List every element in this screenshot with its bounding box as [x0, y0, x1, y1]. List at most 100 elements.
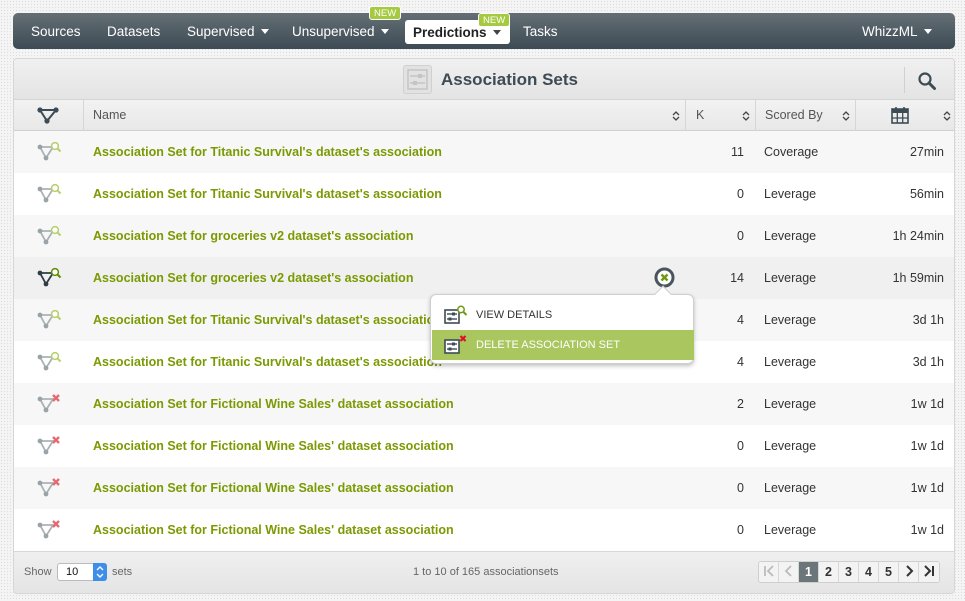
association-set-name-link[interactable]: Association Set for Fictional Wine Sales…	[93, 425, 454, 467]
view-details-icon	[444, 305, 468, 324]
nav-unsupervised-label: Unsupervised	[292, 24, 375, 39]
age-value: 3d 1h	[912, 355, 944, 369]
new-badge: NEW	[369, 6, 402, 20]
page-3-button[interactable]: 3	[839, 562, 859, 582]
table-row[interactable]: Association Set for Titanic Survival's d…	[14, 173, 954, 215]
scored-by-value: Coverage	[764, 145, 819, 159]
nav-sources-label: Sources	[31, 24, 81, 39]
association-set-name-link[interactable]: Association Set for Fictional Wine Sales…	[93, 383, 454, 425]
nav-sources[interactable]: Sources	[31, 13, 81, 49]
association-set-name-link[interactable]: Association Set for Titanic Survival's d…	[93, 299, 442, 341]
nav-whizzml-label: WhizzML	[862, 24, 918, 39]
association-set-name-link[interactable]: Association Set for Fictional Wine Sales…	[93, 509, 454, 551]
k-value: 0	[737, 481, 744, 495]
age-value: 1w 1d	[910, 523, 944, 537]
k-value: 0	[737, 229, 744, 243]
age-value: 1h 24min	[892, 229, 944, 243]
nav-predictions-label: Predictions	[413, 25, 487, 40]
nav-supervised[interactable]: Supervised	[187, 13, 269, 49]
page-1-button[interactable]: 1	[799, 562, 819, 582]
table-header: Name K Scored By	[14, 100, 954, 131]
column-header-type[interactable]	[14, 100, 84, 131]
k-value: 4	[737, 355, 744, 369]
scored-by-value: Leverage	[764, 271, 817, 285]
show-label: Show	[24, 566, 52, 578]
scored-by-value: Leverage	[764, 481, 817, 495]
table-footer: Show 10 sets 1 to 10 of 165 associations…	[14, 551, 954, 593]
age-value: 1w 1d	[910, 397, 944, 411]
association-set-name-link[interactable]: Association Set for Titanic Survival's d…	[93, 131, 442, 173]
table-row[interactable]: Association Set for groceries v2 dataset…	[14, 215, 954, 257]
chevron-down-icon	[492, 30, 501, 35]
table-row[interactable]: Association Set for Titanic Survival's d…	[14, 131, 954, 173]
table-row[interactable]: Association Set for Fictional Wine Sales…	[14, 425, 954, 467]
last-page-button[interactable]	[919, 562, 939, 582]
menu-item-view-details[interactable]: VIEW DETAILS	[432, 300, 694, 330]
nav-datasets[interactable]: Datasets	[107, 13, 160, 49]
nav-tasks[interactable]: Tasks	[523, 13, 558, 49]
k-value: 0	[737, 523, 744, 537]
column-header-scored-by[interactable]: Scored By	[756, 100, 856, 131]
table-row[interactable]: Association Set for Fictional Wine Sales…	[14, 509, 954, 551]
association-set-name-link[interactable]: Association Set for groceries v2 dataset…	[93, 257, 413, 299]
table-row[interactable]: Association Set for Fictional Wine Sales…	[14, 383, 954, 425]
first-page-icon	[763, 565, 774, 577]
column-header-name[interactable]: Name	[84, 100, 686, 131]
next-page-button[interactable]	[899, 562, 919, 582]
nav-whizzml[interactable]: WhizzML	[862, 13, 932, 49]
age-value: 3d 1h	[912, 313, 944, 327]
first-page-button[interactable]	[759, 562, 779, 582]
association-set-name-link[interactable]: Association Set for groceries v2 dataset…	[93, 215, 413, 257]
page-size-value: 10	[66, 566, 79, 578]
scored-by-value: Leverage	[764, 523, 817, 537]
delete-icon	[444, 335, 467, 354]
sort-icon	[742, 111, 750, 121]
chevron-left-icon	[784, 565, 792, 577]
table-row[interactable]: Association Set for groceries v2 dataset…	[14, 257, 954, 299]
k-value: 2	[737, 397, 744, 411]
page-2-button[interactable]: 2	[819, 562, 839, 582]
nav-tasks-label: Tasks	[523, 24, 558, 39]
association-set-name-link[interactable]: Association Set for Fictional Wine Sales…	[93, 467, 454, 509]
new-badge: NEW	[478, 13, 511, 27]
row-actions-button[interactable]	[654, 267, 675, 288]
menu-item-label: DELETE ASSOCIATION SET	[476, 339, 621, 351]
prev-page-button[interactable]	[779, 562, 799, 582]
association-search-icon	[37, 351, 62, 371]
table-row[interactable]: Association Set for Fictional Wine Sales…	[14, 467, 954, 509]
divider	[904, 67, 905, 93]
chevron-down-icon	[260, 29, 269, 34]
association-icon	[37, 107, 59, 124]
k-value: 11	[731, 145, 744, 159]
association-error-icon	[37, 394, 60, 413]
association-set-name-link[interactable]: Association Set for Titanic Survival's d…	[93, 173, 442, 215]
nav-datasets-label: Datasets	[107, 24, 161, 39]
page-4-button[interactable]: 4	[859, 562, 879, 582]
age-value: 27min	[909, 145, 944, 159]
page-5-button[interactable]: 5	[879, 562, 899, 582]
menu-item-delete-association-set[interactable]: DELETE ASSOCIATION SET	[432, 330, 694, 360]
page-size-select[interactable]: 10	[57, 563, 107, 581]
sort-icon	[943, 111, 951, 121]
association-set-name-link[interactable]: Association Set for Titanic Survival's d…	[93, 341, 442, 383]
chevron-down-icon	[923, 29, 932, 34]
pagination-info: 1 to 10 of 165 associationsets	[413, 566, 559, 578]
panel-header: Association Sets	[14, 59, 954, 100]
sets-label: sets	[112, 566, 133, 578]
association-error-icon	[37, 478, 60, 497]
select-spinner-icon	[93, 563, 107, 581]
chevron-down-icon	[380, 29, 389, 34]
scored-by-value: Leverage	[764, 355, 817, 369]
column-name-label: Name	[93, 108, 127, 122]
column-header-age[interactable]	[856, 100, 954, 131]
k-value: 0	[737, 187, 744, 201]
association-error-icon	[37, 436, 60, 455]
sort-icon	[672, 111, 680, 121]
nav-unsupervised[interactable]: Unsupervised NEW	[292, 6, 402, 49]
association-sets-panel: Association Sets Name K Scored By Associ…	[13, 58, 955, 594]
chevron-right-icon	[905, 565, 913, 577]
search-icon[interactable]	[917, 71, 937, 91]
scored-by-value: Leverage	[764, 439, 817, 453]
nav-predictions[interactable]: Predictions NEW	[405, 13, 511, 44]
column-header-k[interactable]: K	[686, 100, 756, 131]
